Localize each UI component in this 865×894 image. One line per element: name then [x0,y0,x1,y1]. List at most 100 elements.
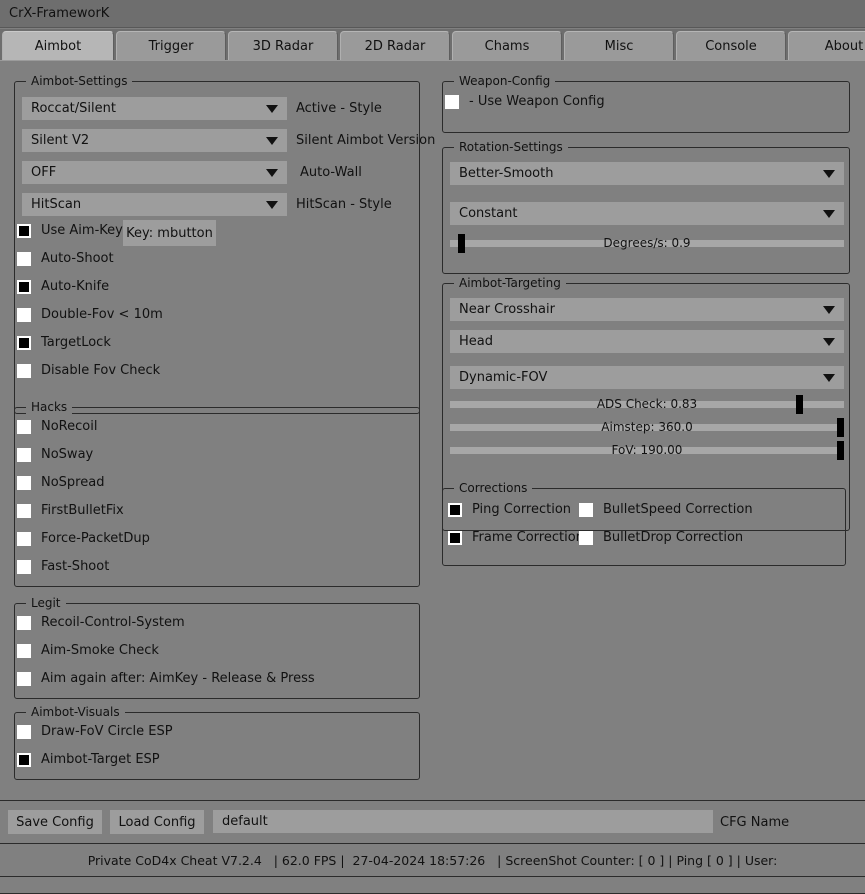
checkbox-norecoil[interactable]: NoRecoil [17,419,97,434]
checkbox-double-fov[interactable]: Double-Fov < 10m [17,307,163,322]
chevron-down-icon [823,169,835,178]
checkbox-auto-knife[interactable]: Auto-Knife [17,279,109,294]
checkbox-firstbulletfix[interactable]: FirstBulletFix [17,503,124,518]
checkbox-box [17,559,31,574]
tab-2d-radar[interactable]: 2D Radar [340,31,450,60]
checkbox-box [17,223,31,238]
combo-fov-mode[interactable]: Dynamic-FOV [450,366,844,389]
slider-aimstep[interactable]: Aimstep: 360.0 [450,418,844,437]
cfg-name-input[interactable]: default [213,810,713,833]
checkbox-label: - Use Weapon Config [469,94,605,109]
checkbox-label: Aim-Smoke Check [41,643,159,658]
slider-fov[interactable]: FoV: 190.00 [450,441,844,460]
checkbox-force-packetdup[interactable]: Force-PacketDup [17,531,150,546]
chevron-down-icon [823,209,835,218]
combo-silent-aimbot-version[interactable]: Silent V2 [22,129,287,152]
footer-strip [0,878,865,894]
slider-ads-check[interactable]: ADS Check: 0.83 [450,395,844,414]
slider-label: Aimstep: 360.0 [601,420,693,434]
combo-target-bone[interactable]: Head [450,330,844,353]
checkbox-ping-correction[interactable]: Ping Correction [448,502,571,517]
group-aimbot-settings: Aimbot-Settings Roccat/Silent Active - S… [14,74,435,414]
checkbox-aimbot-target-esp[interactable]: Aimbot-Target ESP [17,752,160,767]
group-label-corrections: Corrections [454,481,533,495]
checkbox-label: Fast-Shoot [41,559,110,574]
tab-3d-radar[interactable]: 3D Radar [228,31,338,60]
group-legit: Legit Recoil-Control-System Aim-Smoke Ch… [14,596,420,699]
tab-about[interactable]: About [788,31,865,60]
checkbox-targetlock[interactable]: TargetLock [17,335,111,350]
group-label-aimbot-targeting: Aimbot-Targeting [454,276,566,290]
label-silent-aimbot-version: Silent Aimbot Version [296,133,436,148]
checkbox-label: Auto-Shoot [41,251,114,266]
checkbox-box [17,724,31,739]
cfg-name-label: CFG Name [720,815,790,830]
checkbox-frame-correction[interactable]: Frame Correction [448,530,584,545]
group-label-aimbot-settings: Aimbot-Settings [26,74,133,88]
checkbox-label: NoSpread [41,475,105,490]
combo-rotation-style-value: Better-Smooth [459,166,554,181]
chevron-down-icon [823,305,835,314]
group-label-legit: Legit [26,596,66,610]
tab-chams[interactable]: Chams [452,31,562,60]
slider-degrees-per-second[interactable]: Degrees/s: 0.9 [450,234,844,253]
checkbox-bulletdrop-correction[interactable]: BulletDrop Correction [579,530,743,545]
checkbox-box [17,335,31,350]
tab-content-aimbot: Aimbot-Settings Roccat/Silent Active - S… [0,60,865,800]
checkbox-fast-shoot[interactable]: Fast-Shoot [17,559,109,574]
checkbox-use-weapon-config[interactable]: - Use Weapon Config [445,94,605,109]
combo-fov-mode-value: Dynamic-FOV [459,370,548,385]
checkbox-disable-fov-check[interactable]: Disable Fov Check [17,363,160,378]
group-label-weapon-config: Weapon-Config [454,74,556,88]
cfg-name-value: default [222,814,268,829]
status-bar: Private CoD4x Cheat V7.2.4 | 62.0 FPS | … [0,843,865,877]
combo-auto-wall-value: OFF [31,165,57,180]
combo-rotation-style[interactable]: Better-Smooth [450,162,844,185]
combo-rotation-mode[interactable]: Constant [450,202,844,225]
tab-console[interactable]: Console [676,31,786,60]
checkbox-label: BulletDrop Correction [603,530,744,545]
checkbox-nosway[interactable]: NoSway [17,447,93,462]
checkbox-use-aim-key[interactable]: Use Aim-Key [17,223,123,238]
title-bar: CrX-FrameworK [0,0,865,28]
combo-target-selection[interactable]: Near Crosshair [450,298,844,321]
tab-trigger[interactable]: Trigger [116,31,226,60]
tab-label: Misc [604,38,634,54]
combo-active-style-value: Roccat/Silent [31,101,116,116]
checkbox-auto-shoot[interactable]: Auto-Shoot [17,251,114,266]
group-hacks: Hacks NoRecoil NoSway NoSpread FirstBull… [14,400,420,587]
load-config-label: Load Config [118,814,196,830]
checkbox-aim-smoke-check[interactable]: Aim-Smoke Check [17,643,159,658]
checkbox-aim-again-after-aimkey[interactable]: Aim again after: AimKey - Release & Pres… [17,671,315,686]
aim-key-button[interactable]: Key: mbutton [123,220,216,246]
tab-label: Trigger [148,38,194,54]
group-label-hacks: Hacks [26,400,73,414]
combo-hitscan-style-value: HitScan [31,197,82,212]
checkbox-nospread[interactable]: NoSpread [17,475,104,490]
checkbox-label: FirstBulletFix [41,503,124,518]
checkbox-label: BulletSpeed Correction [603,502,753,517]
checkbox-box [579,530,593,545]
checkbox-draw-fov-circle-esp[interactable]: Draw-FoV Circle ESP [17,724,173,739]
chevron-down-icon [266,200,278,209]
checkbox-box [448,530,462,545]
combo-auto-wall[interactable]: OFF [22,161,287,184]
config-bar: Save Config Load Config default CFG Name [0,800,865,842]
save-config-button[interactable]: Save Config [8,810,102,834]
group-corrections: Corrections Ping Correction Frame Correc… [442,481,846,566]
combo-active-style[interactable]: Roccat/Silent [22,97,287,120]
tab-aimbot[interactable]: Aimbot [2,31,114,60]
checkbox-recoil-control-system[interactable]: Recoil-Control-System [17,615,185,630]
load-config-button[interactable]: Load Config [110,810,204,834]
combo-hitscan-style[interactable]: HitScan [22,193,287,216]
checkbox-bulletspeed-correction[interactable]: BulletSpeed Correction [579,502,753,517]
tab-bar: Aimbot Trigger 3D Radar 2D Radar Chams Misc Co… [0,29,865,60]
combo-target-bone-value: Head [459,334,493,349]
checkbox-label: Ping Correction [472,502,572,517]
label-auto-wall: Auto-Wall [300,165,362,180]
label-active-style: Active - Style [296,101,382,116]
chevron-down-icon [266,168,278,177]
checkbox-box [17,503,31,518]
checkbox-box [579,502,593,517]
tab-misc[interactable]: Misc [564,31,674,60]
